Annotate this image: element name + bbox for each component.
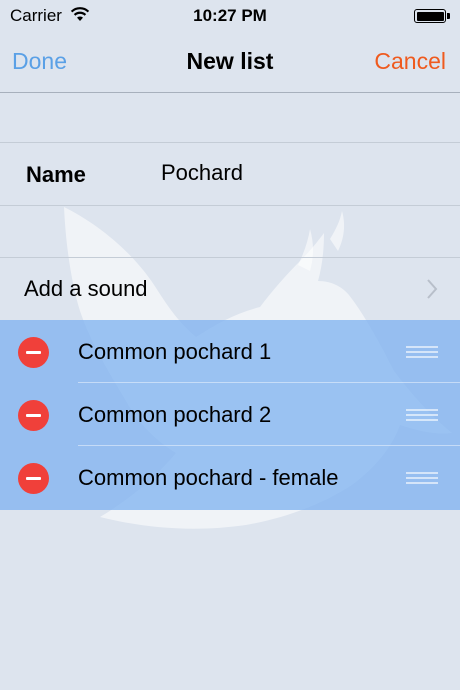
- add-sound-row[interactable]: Add a sound: [0, 258, 460, 320]
- battery-icon: [414, 9, 450, 23]
- name-input[interactable]: Pochard: [161, 160, 243, 186]
- divider: [0, 205, 460, 206]
- status-bar: Carrier 10:27 PM: [0, 0, 460, 32]
- reorder-grip-icon[interactable]: [406, 472, 438, 484]
- add-sound-label: Add a sound: [24, 276, 148, 301]
- navigation-bar: Done New list Cancel: [0, 32, 460, 93]
- delete-icon[interactable]: [18, 337, 49, 368]
- reorder-grip-icon[interactable]: [406, 409, 438, 421]
- sound-label: Common pochard 2: [78, 402, 272, 427]
- cancel-button[interactable]: Cancel: [374, 48, 446, 75]
- list-item[interactable]: Common pochard 2: [0, 383, 460, 446]
- reorder-grip-icon[interactable]: [406, 346, 438, 358]
- divider: [0, 142, 460, 143]
- list-item[interactable]: Common pochard - female: [0, 446, 460, 509]
- chevron-right-icon: [427, 279, 438, 299]
- status-time: 10:27 PM: [193, 6, 267, 25]
- name-field-label: Name: [26, 162, 86, 187]
- sound-label: Common pochard 1: [78, 339, 272, 364]
- delete-icon[interactable]: [18, 400, 49, 431]
- sound-list: Common pochard 1 Common pochard 2 Common…: [0, 320, 460, 510]
- sound-label: Common pochard - female: [78, 465, 339, 490]
- delete-icon[interactable]: [18, 463, 49, 494]
- list-item[interactable]: Common pochard 1: [0, 320, 460, 383]
